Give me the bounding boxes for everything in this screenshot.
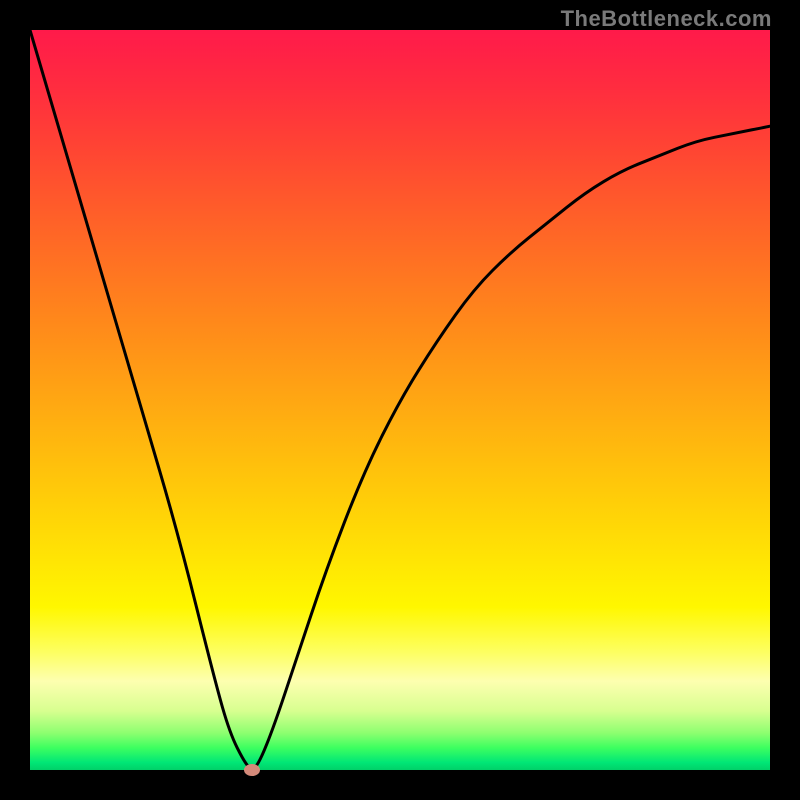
minimum-marker bbox=[244, 764, 260, 776]
chart-frame: TheBottleneck.com bbox=[0, 0, 800, 800]
bottleneck-curve-path bbox=[30, 30, 770, 768]
curve-svg bbox=[30, 30, 770, 770]
watermark-text: TheBottleneck.com bbox=[561, 6, 772, 32]
plot-area bbox=[30, 30, 770, 770]
